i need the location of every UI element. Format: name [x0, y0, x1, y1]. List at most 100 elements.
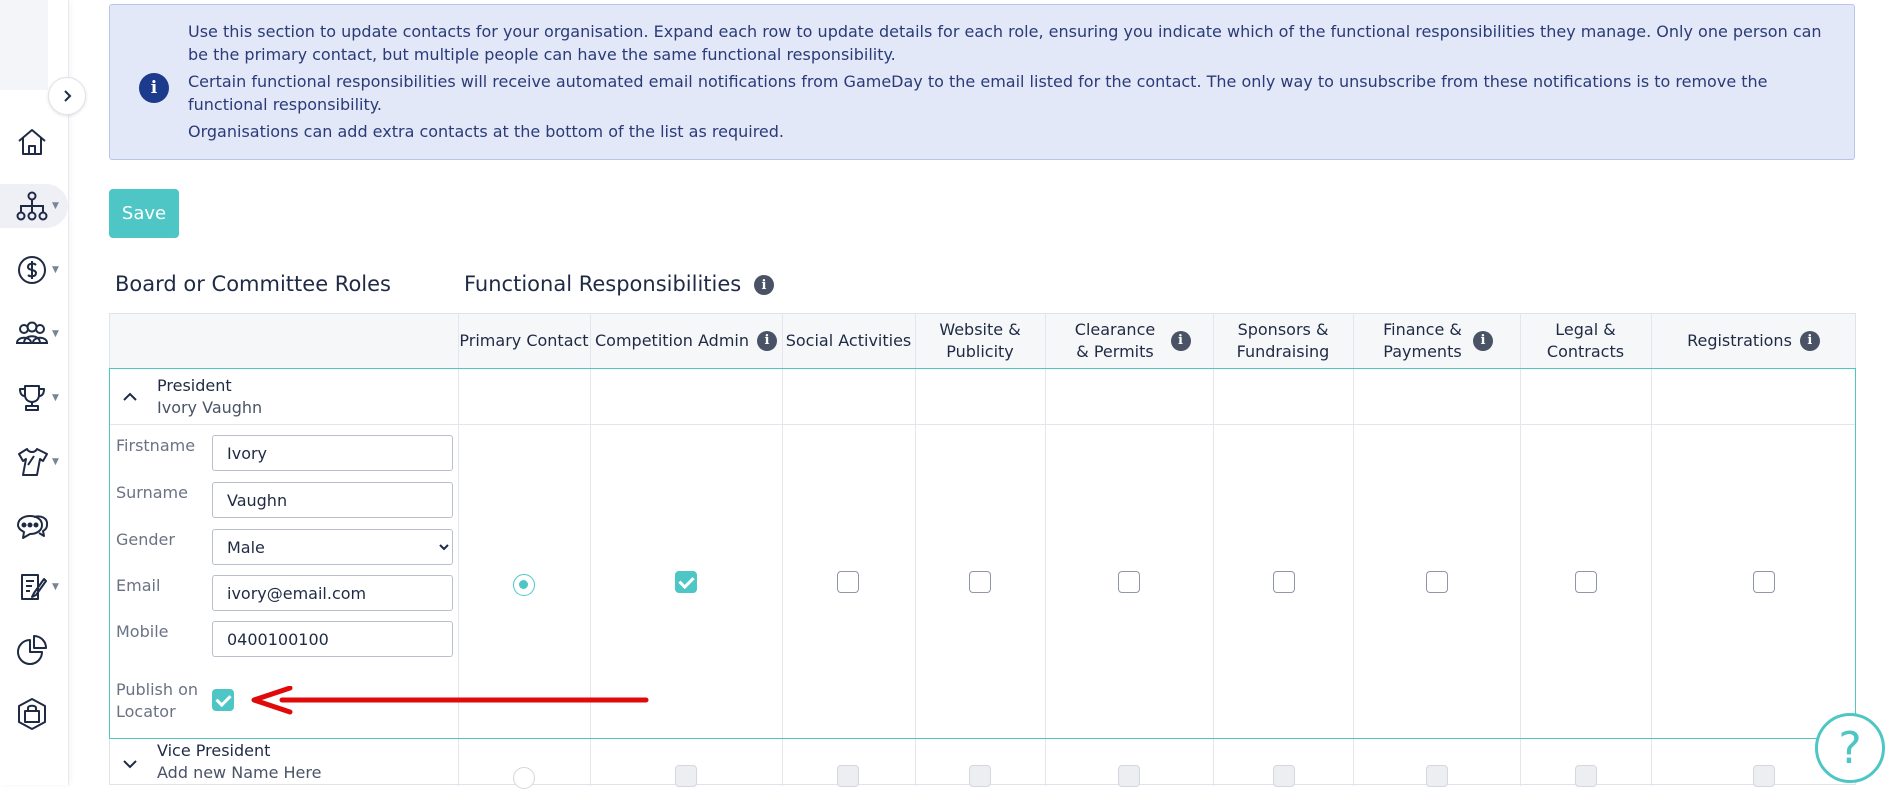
- sidebar-item-reports[interactable]: [10, 628, 60, 672]
- sidebar-item-members[interactable]: ▼: [10, 312, 60, 356]
- chevron-down-icon: ▼: [52, 393, 59, 403]
- column-header-legal-contracts: Legal & Contracts: [1520, 314, 1651, 368]
- chevron-down-icon: ▼: [52, 582, 59, 592]
- website-publicity-checkbox: [969, 765, 991, 787]
- chevron-down-icon: ▼: [52, 201, 59, 211]
- surname-field[interactable]: [212, 482, 453, 518]
- sidebar-item-uniforms[interactable]: ▼: [10, 440, 60, 484]
- trophy-icon: [19, 385, 45, 411]
- column-header-competition-admin: Competition Admin i: [590, 314, 782, 368]
- column-header-label: Primary Contact: [459, 331, 589, 350]
- primary-contact-radio[interactable]: [513, 574, 535, 596]
- registrations-checkbox: [1753, 765, 1775, 787]
- firstname-label: Firstname: [116, 436, 196, 455]
- chevron-right-icon: [64, 90, 72, 102]
- sidebar-item-shop[interactable]: [10, 692, 60, 736]
- sidebar-item-organisation[interactable]: ▼: [0, 184, 68, 228]
- finance-payments-checkbox: [1426, 765, 1448, 787]
- email-label: Email: [116, 576, 161, 595]
- sidebar-item-home[interactable]: [10, 120, 60, 164]
- gender-select[interactable]: Male: [212, 529, 453, 565]
- registrations-checkbox[interactable]: [1753, 571, 1775, 593]
- shopping-bag-icon: [18, 698, 46, 730]
- sidebar-header: [0, 0, 48, 90]
- column-header-label: Registrations: [1687, 331, 1792, 350]
- info-icon[interactable]: i: [1473, 331, 1493, 351]
- chevron-down-icon: ▼: [52, 329, 59, 339]
- expand-sidebar-button[interactable]: [48, 77, 86, 115]
- column-header-label: Social Activities: [785, 331, 912, 350]
- sponsors-fundraising-checkbox[interactable]: [1273, 571, 1295, 593]
- info-banner: i Use this section to update contacts fo…: [109, 4, 1855, 160]
- column-header-clearance-permits: Clearance & Permits i: [1045, 314, 1213, 368]
- row-divider: [110, 424, 1855, 425]
- info-text: Use this section to update contacts for …: [188, 20, 1828, 147]
- responsibilities-heading-label: Functional Responsibilities: [464, 272, 742, 296]
- firstname-field[interactable]: [212, 435, 453, 471]
- role-person-name: Add new Name Here: [157, 763, 322, 782]
- form-icon: [21, 574, 47, 600]
- legal-contracts-checkbox[interactable]: [1575, 571, 1597, 593]
- clearance-permits-checkbox[interactable]: [1118, 571, 1140, 593]
- table-row-president: President Ivory Vaughn Firstname Surname…: [109, 368, 1856, 739]
- legal-contracts-checkbox: [1575, 765, 1597, 787]
- website-publicity-checkbox[interactable]: [969, 571, 991, 593]
- column-header-primary-contact: Primary Contact: [458, 314, 590, 368]
- chevron-down-icon: ▼: [52, 457, 59, 467]
- table-row-vice-president[interactable]: Vice President Add new Name Here: [110, 739, 1855, 789]
- info-icon: i: [139, 73, 169, 103]
- sidebar-item-competitions[interactable]: ▼: [10, 376, 60, 420]
- column-header-social-activities: Social Activities: [782, 314, 915, 368]
- column-header-label: Finance & Payments: [1383, 320, 1462, 361]
- column-header-label: Competition Admin: [595, 331, 749, 350]
- sidebar-item-finance[interactable]: ▼: [10, 248, 60, 292]
- competition-admin-checkbox: [675, 765, 697, 787]
- publish-on-locator-label: Publish on Locator: [116, 680, 199, 721]
- pie-chart-icon: [17, 635, 47, 665]
- role-title: President: [157, 376, 232, 395]
- home-icon: [18, 129, 46, 155]
- publish-on-locator-checkbox[interactable]: [212, 689, 234, 711]
- gender-label: Gender: [116, 530, 175, 549]
- clearance-permits-checkbox: [1118, 765, 1140, 787]
- dollar-icon: [18, 256, 46, 284]
- org-chart-icon: [16, 191, 48, 221]
- chevron-down-icon[interactable]: [119, 753, 141, 775]
- column-header-label: Clearance & Permits: [1074, 320, 1156, 361]
- column-header-finance-payments: Finance & Payments i: [1353, 314, 1520, 368]
- role-person-name: Ivory Vaughn: [157, 398, 263, 417]
- email-field[interactable]: [212, 575, 453, 611]
- column-header-label: Website & Publicity: [939, 320, 1021, 361]
- finance-payments-checkbox[interactable]: [1426, 571, 1448, 593]
- sidebar-item-forms[interactable]: ▼: [10, 565, 60, 609]
- primary-contact-radio: [513, 767, 535, 789]
- social-activities-checkbox: [837, 765, 859, 787]
- competition-admin-checkbox[interactable]: [675, 571, 697, 593]
- info-icon[interactable]: i: [757, 331, 777, 351]
- info-paragraph: Certain functional responsibilities will…: [188, 72, 1768, 114]
- column-header-registrations: Registrations i: [1651, 314, 1856, 368]
- column-header-label: Legal & Contracts: [1546, 320, 1625, 361]
- chat-icon: [17, 515, 49, 539]
- mobile-field[interactable]: [212, 621, 453, 657]
- sponsors-fundraising-checkbox: [1273, 765, 1295, 787]
- surname-label: Surname: [116, 483, 188, 502]
- info-paragraph: Organisations can add extra contacts at …: [188, 122, 784, 141]
- annotation-arrow: [251, 686, 649, 715]
- sidebar-item-communications[interactable]: [10, 504, 60, 548]
- help-button[interactable]: ?: [1815, 713, 1885, 783]
- column-header-website-publicity: Website & Publicity: [915, 314, 1045, 368]
- chevron-down-icon: ▼: [52, 265, 59, 275]
- mobile-label: Mobile: [116, 622, 169, 641]
- info-icon[interactable]: i: [753, 275, 774, 295]
- responsibilities-heading: Functional Responsibilities i: [464, 272, 774, 296]
- info-icon[interactable]: i: [1799, 331, 1820, 351]
- help-icon: ?: [1838, 722, 1862, 774]
- chevron-up-icon[interactable]: [119, 386, 141, 408]
- social-activities-checkbox[interactable]: [837, 571, 859, 593]
- roles-heading: Board or Committee Roles: [115, 272, 391, 296]
- info-icon[interactable]: i: [1170, 331, 1191, 351]
- column-header-label: Sponsors & Fundraising: [1236, 320, 1330, 361]
- jersey-icon: [18, 448, 48, 476]
- save-button[interactable]: Save: [109, 189, 179, 238]
